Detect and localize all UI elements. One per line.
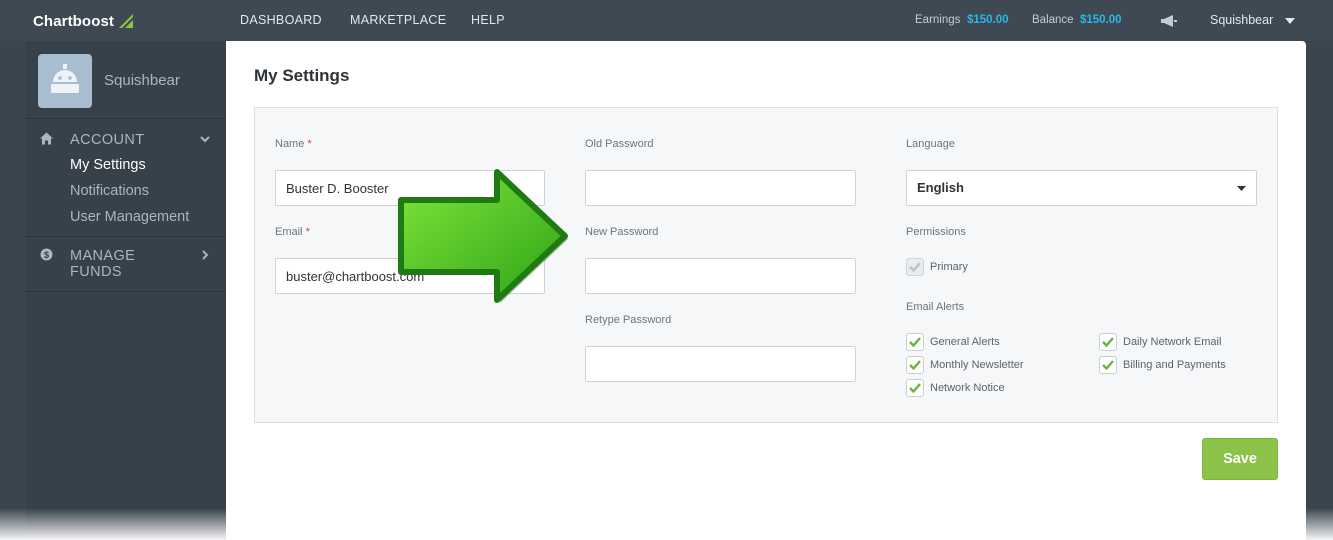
required-marker: * (307, 138, 312, 150)
page-title: My Settings (254, 66, 350, 85)
balance-label: Balance (1032, 14, 1074, 26)
sidebar-item-user-management[interactable]: User Management (70, 209, 189, 225)
chevron-down-icon[interactable] (1285, 18, 1295, 24)
email-label: Email * (275, 226, 310, 238)
checkmark-icon (1102, 337, 1114, 348)
earnings-label: Earnings (915, 14, 961, 26)
checkmark-icon (909, 360, 921, 371)
checkmark-icon (1102, 360, 1114, 371)
profile-name: Squishbear (104, 72, 180, 89)
save-button[interactable]: Save (1202, 438, 1278, 480)
chevron-down-icon[interactable] (200, 134, 210, 144)
nav-help[interactable]: HELP (471, 13, 505, 27)
email-alerts-label: Email Alerts (906, 301, 965, 313)
new-password-label: New Password (585, 226, 659, 238)
megaphone-icon[interactable] (1160, 14, 1178, 28)
chevron-down-icon (1237, 186, 1246, 191)
nav-marketplace[interactable]: MARKETPLACE (350, 13, 446, 27)
language-label: Language (906, 138, 955, 150)
sidebar-item-notifications[interactable]: Notifications (70, 183, 149, 199)
chevron-right-icon[interactable] (200, 250, 210, 260)
retype-password-label: Retype Password (585, 314, 672, 326)
robot-icon (51, 64, 79, 93)
sidebar-section-account: ACCOUNT My Settings Notifications User M… (26, 119, 226, 237)
sidebar-section-manage-funds[interactable]: $ MANAGE FUNDS (26, 237, 226, 292)
alert-network-notice-checkbox[interactable] (906, 379, 924, 397)
brand-logo-icon (119, 14, 133, 28)
avatar (38, 54, 92, 108)
alert-general-checkbox[interactable] (906, 333, 924, 351)
language-select-value: English (917, 180, 964, 195)
name-label: Name * (275, 138, 312, 150)
alert-monthly-newsletter-checkbox[interactable] (906, 356, 924, 374)
earnings-value: $150.00 (967, 14, 1009, 26)
retype-password-input[interactable] (585, 346, 856, 382)
sidebar: Squishbear ACCOUNT My Settings Notificat… (26, 41, 226, 540)
alert-network-notice-label: Network Notice (930, 382, 1005, 394)
sidebar-item-my-settings[interactable]: My Settings (70, 157, 146, 173)
svg-text:$: $ (44, 250, 49, 260)
alert-daily-network-checkbox[interactable] (1099, 333, 1117, 351)
new-password-input[interactable] (585, 258, 856, 294)
old-password-label: Old Password (585, 138, 654, 150)
alert-billing-checkbox[interactable] (1099, 356, 1117, 374)
required-marker: * (305, 226, 310, 238)
sidebar-section-title[interactable]: ACCOUNT (70, 132, 145, 148)
balance-value: $150.00 (1080, 14, 1122, 26)
top-navbar: Chartboost DASHBOARD MARKETPLACE HELP Ea… (0, 0, 1333, 41)
dollar-icon: $ (40, 248, 53, 261)
sidebar-section-title-line1: MANAGE (70, 248, 136, 264)
alert-monthly-newsletter-label: Monthly Newsletter (930, 359, 1024, 371)
alert-billing-label: Billing and Payments (1123, 359, 1226, 371)
sidebar-section-title-line2: FUNDS (70, 264, 122, 280)
permissions-label: Permissions (906, 226, 966, 238)
language-select[interactable]: English (906, 170, 1257, 206)
alert-general-label: General Alerts (930, 336, 1000, 348)
old-password-input[interactable] (585, 170, 856, 206)
user-menu[interactable]: Squishbear (1210, 13, 1273, 27)
sidebar-profile[interactable]: Squishbear (26, 41, 226, 119)
permission-primary-checkbox (906, 258, 924, 276)
home-icon (40, 132, 53, 145)
checkmark-icon (909, 337, 921, 348)
checkmark-icon (909, 383, 921, 394)
checkmark-icon (909, 262, 921, 273)
content-card: My Settings Name * Email * Old Password … (226, 41, 1306, 540)
alert-daily-network-label: Daily Network Email (1123, 336, 1222, 348)
permission-primary-label: Primary (930, 261, 968, 273)
brand-logo-text[interactable]: Chartboost (33, 13, 114, 30)
nav-dashboard[interactable]: DASHBOARD (240, 13, 322, 27)
arrow-right-icon (398, 169, 568, 303)
